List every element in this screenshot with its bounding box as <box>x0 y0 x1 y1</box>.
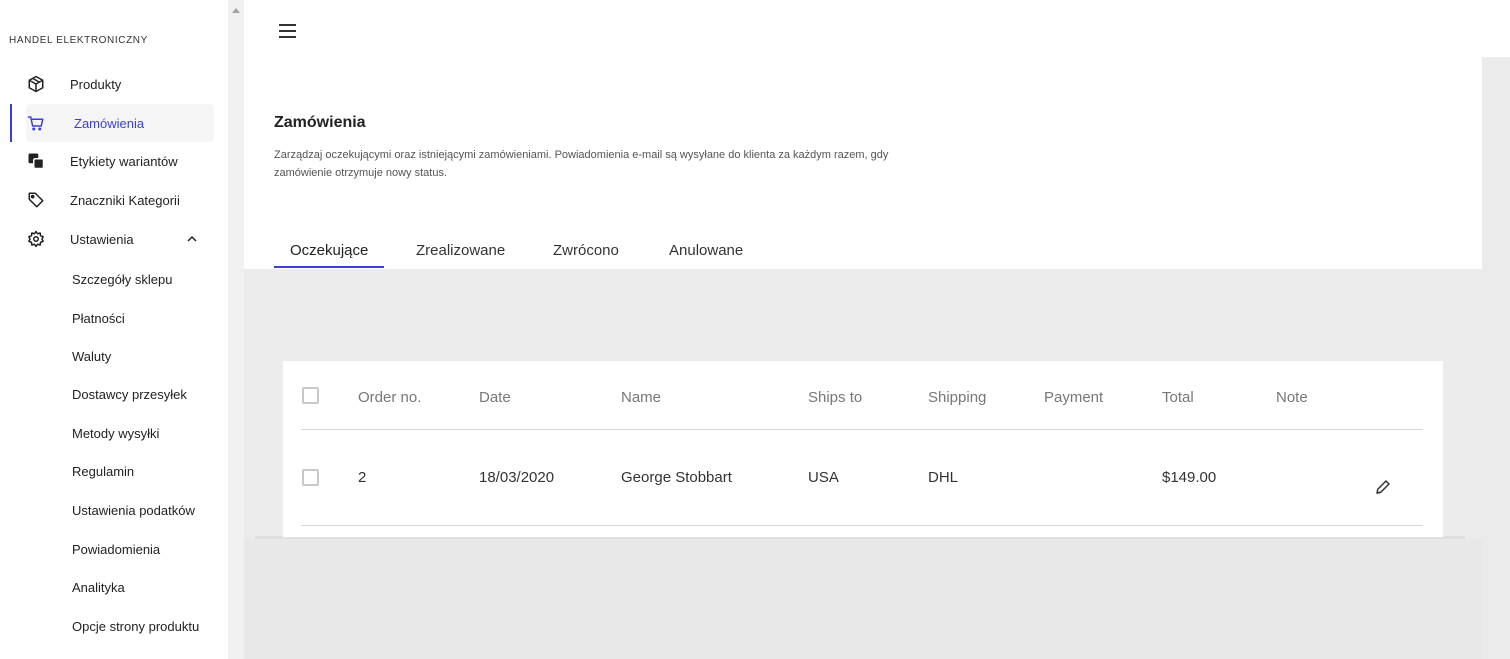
sidebar-subitem-metody[interactable]: Metody wysyłki <box>72 426 159 441</box>
tag-icon <box>26 190 46 210</box>
cell-order-no: 2 <box>358 469 367 486</box>
sidebar-item-znaczniki[interactable]: Znaczniki Kategorii <box>26 181 214 219</box>
scroll-up-arrow[interactable] <box>232 8 240 13</box>
package-icon <box>26 74 46 94</box>
column-header-order-no[interactable]: Order no. <box>358 389 421 406</box>
column-header-shipping[interactable]: Shipping <box>928 389 986 406</box>
active-indicator <box>10 104 12 142</box>
page-description: Zarządzaj oczekującymi oraz istniejącymi… <box>274 149 889 179</box>
sidebar-subitem-regulamin[interactable]: Regulamin <box>72 464 134 479</box>
cart-icon <box>26 113 46 133</box>
cell-total: $149.00 <box>1162 469 1217 486</box>
page-scrollbar-track[interactable] <box>1482 57 1510 659</box>
column-header-total[interactable]: Total <box>1162 389 1194 406</box>
sidebar-subitem-waluty[interactable]: Waluty <box>72 349 111 364</box>
sidebar-item-zamowienia[interactable]: Zamówienia <box>26 104 214 142</box>
sidebar-subitem-dostawcy[interactable]: Dostawcy przesyłek <box>72 387 187 402</box>
header-divider <box>301 429 1423 430</box>
gear-icon <box>26 229 46 249</box>
page-title: Zamówienia <box>274 114 366 131</box>
tab-oczekujace[interactable]: Oczekujące <box>290 242 368 259</box>
column-header-ships-to[interactable]: Ships to <box>808 389 862 406</box>
tab-zrealizowane[interactable]: Zrealizowane <box>416 242 505 259</box>
column-header-payment[interactable]: Payment <box>1044 389 1103 406</box>
sidebar-item-label: Ustawienia <box>70 231 134 247</box>
column-header-name[interactable]: Name <box>621 389 661 406</box>
sidebar-subitem-szczegoly[interactable]: Szczegóły sklepu <box>72 272 172 287</box>
sidebar-item-label: Zamówienia <box>74 115 145 131</box>
cell-date: 18/03/2020 <box>479 469 555 486</box>
sidebar-item-label: Znaczniki Kategorii <box>70 192 180 208</box>
tab-anulowane[interactable]: Anulowane <box>669 242 743 259</box>
tab-zwrocono[interactable]: Zwrócono <box>553 242 619 259</box>
sidebar-item-ustawienia[interactable]: Ustawienia <box>26 220 214 258</box>
column-header-date[interactable]: Date <box>479 389 511 406</box>
sidebar-subitem-analityka[interactable]: Analityka <box>72 580 125 595</box>
sidebar-subitem-platnosci[interactable]: Płatności <box>72 311 125 326</box>
chevron-up-icon[interactable] <box>186 233 198 245</box>
cell-name: George Stobbart <box>621 469 732 486</box>
select-all-checkbox[interactable] <box>302 387 319 404</box>
sidebar-item-label: Etykiety wariantów <box>70 153 178 169</box>
content-background-lower <box>244 539 1482 659</box>
row-checkbox[interactable] <box>302 469 319 486</box>
hamburger-menu-icon[interactable] <box>279 24 296 38</box>
sidebar-item-produkty[interactable]: Produkty <box>26 65 214 103</box>
sidebar-subitem-opcje[interactable]: Opcje strony produktu <box>72 619 199 634</box>
row-divider <box>301 525 1423 526</box>
edit-pencil-icon[interactable] <box>1374 478 1392 496</box>
sidebar-subitem-podatki[interactable]: Ustawienia podatków <box>72 503 195 518</box>
layers-icon <box>26 151 46 171</box>
sidebar: HANDEL ELEKTRONICZNY Produkty Zamówienia… <box>0 0 228 659</box>
cell-shipping: DHL <box>928 469 959 486</box>
brand-title: HANDEL ELEKTRONICZNY <box>9 35 148 46</box>
sidebar-item-label: Produkty <box>70 76 122 92</box>
column-header-note[interactable]: Note <box>1276 389 1308 406</box>
sidebar-scrollbar[interactable] <box>228 0 244 659</box>
sidebar-item-etykiety[interactable]: Etykiety wariantów <box>26 142 214 180</box>
orders-table-card <box>283 361 1443 537</box>
cell-ships-to: USA <box>808 469 839 486</box>
sidebar-subitem-powiadomienia[interactable]: Powiadomienia <box>72 542 160 557</box>
active-tab-indicator <box>274 266 384 268</box>
